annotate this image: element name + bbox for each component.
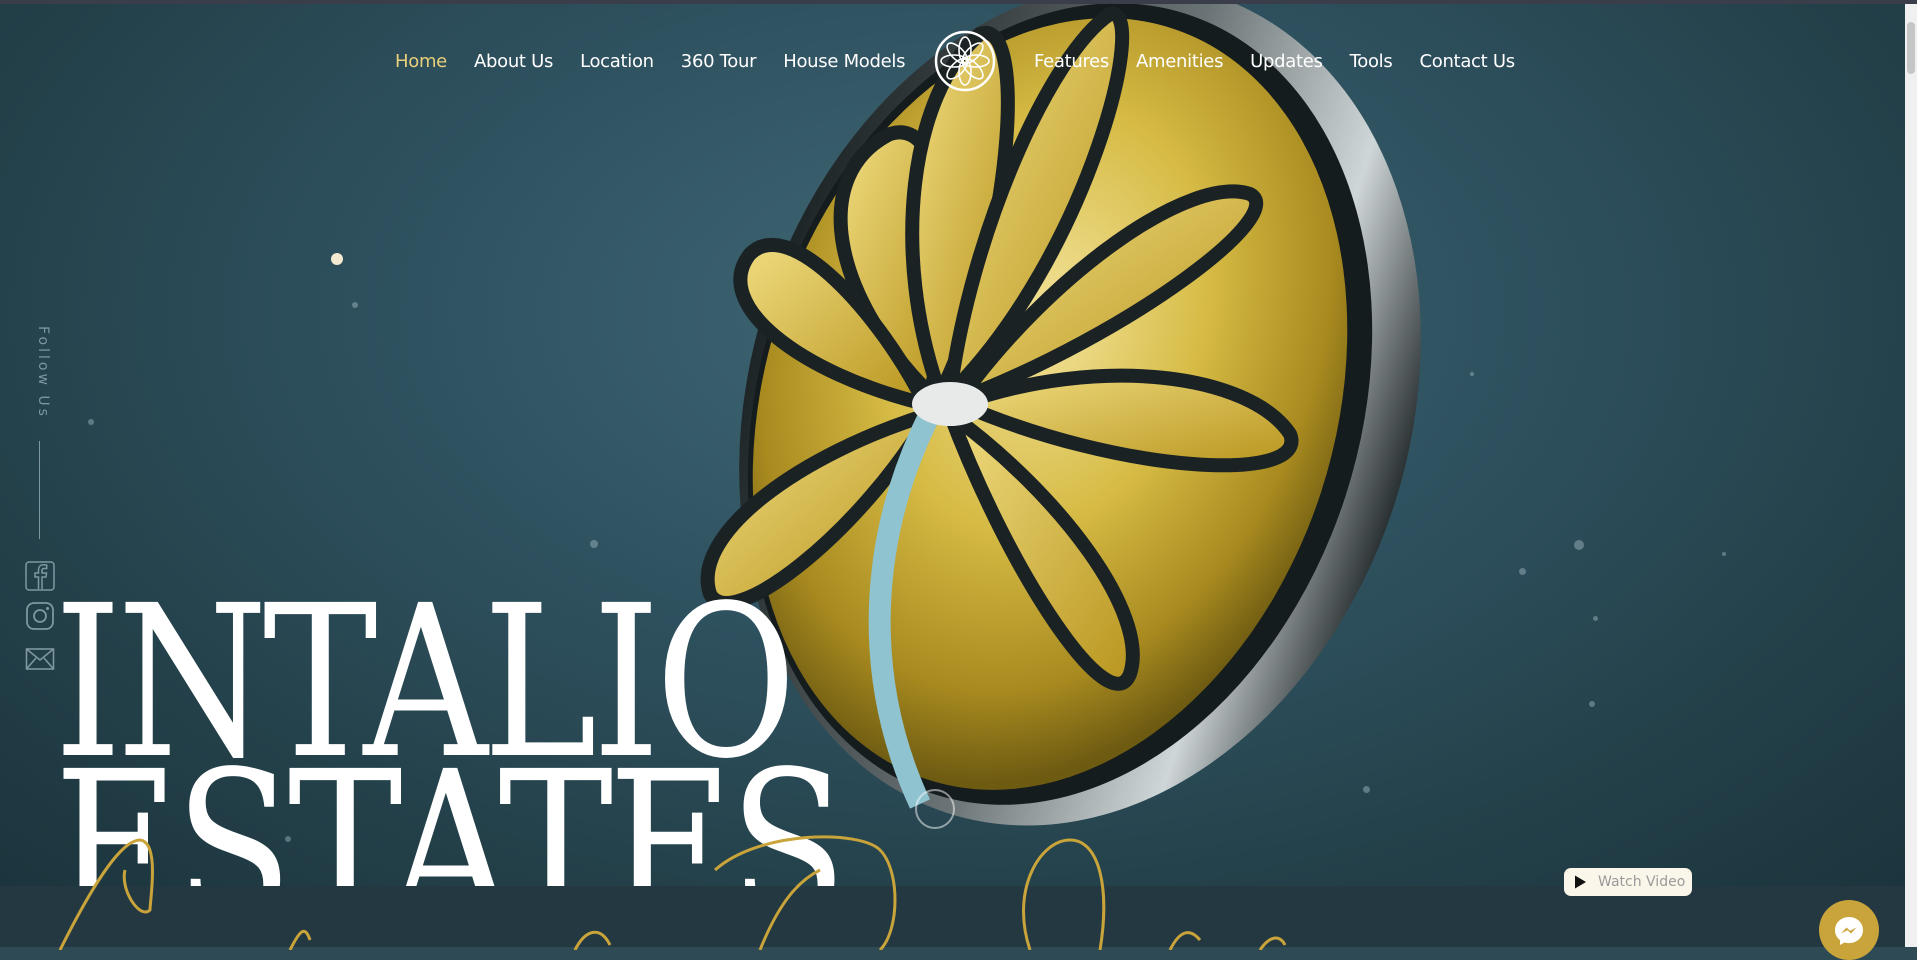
instagram-icon[interactable] [25, 601, 55, 631]
particle-dot [352, 302, 358, 308]
nav-link-updates[interactable]: Updates [1250, 51, 1323, 72]
page-scrollbar[interactable] [1905, 4, 1917, 947]
gold-script-flourish [58, 835, 1287, 950]
main-nav-right: Features Amenities Updates Tools Contact… [1034, 46, 1542, 76]
nav-link-contact-us[interactable]: Contact Us [1419, 51, 1515, 72]
nav-link-about-us[interactable]: About Us [474, 51, 553, 72]
play-icon [1575, 875, 1586, 889]
scrollbar-thumb[interactable] [1907, 22, 1915, 74]
particle-dot [590, 540, 598, 548]
follow-divider-line [39, 441, 40, 539]
messenger-icon [1835, 917, 1863, 945]
main-nav-left: Home About Us Location 360 Tour House Mo… [395, 46, 932, 76]
particle-dot [88, 419, 94, 425]
watch-video-label: Watch Video [1598, 874, 1686, 890]
nav-link-tools[interactable]: Tools [1350, 51, 1393, 72]
particle-dot [1574, 540, 1584, 550]
nav-link-location[interactable]: Location [580, 51, 654, 72]
watch-video-button[interactable]: Watch Video [1564, 868, 1692, 896]
facebook-icon[interactable] [25, 561, 55, 591]
follow-us-label: Follow Us [35, 326, 51, 419]
messenger-chat-button[interactable] [1819, 900, 1879, 960]
hero-section: Home About Us Location 360 Tour House Mo… [0, 4, 1905, 886]
particle-dot [1519, 568, 1526, 575]
nav-link-home[interactable]: Home [395, 51, 447, 72]
site-logo[interactable] [934, 30, 996, 92]
nav-link-amenities[interactable]: Amenities [1136, 51, 1223, 72]
particle-dot [331, 253, 343, 265]
particle-dot [1722, 552, 1726, 556]
particle-dot [1589, 701, 1595, 707]
nav-link-360-tour[interactable]: 360 Tour [681, 51, 757, 72]
particle-dot [1593, 616, 1598, 621]
nav-link-house-models[interactable]: House Models [783, 51, 905, 72]
mail-icon[interactable] [25, 644, 55, 674]
particle-dot [1470, 372, 1474, 376]
nav-link-features[interactable]: Features [1034, 51, 1109, 72]
